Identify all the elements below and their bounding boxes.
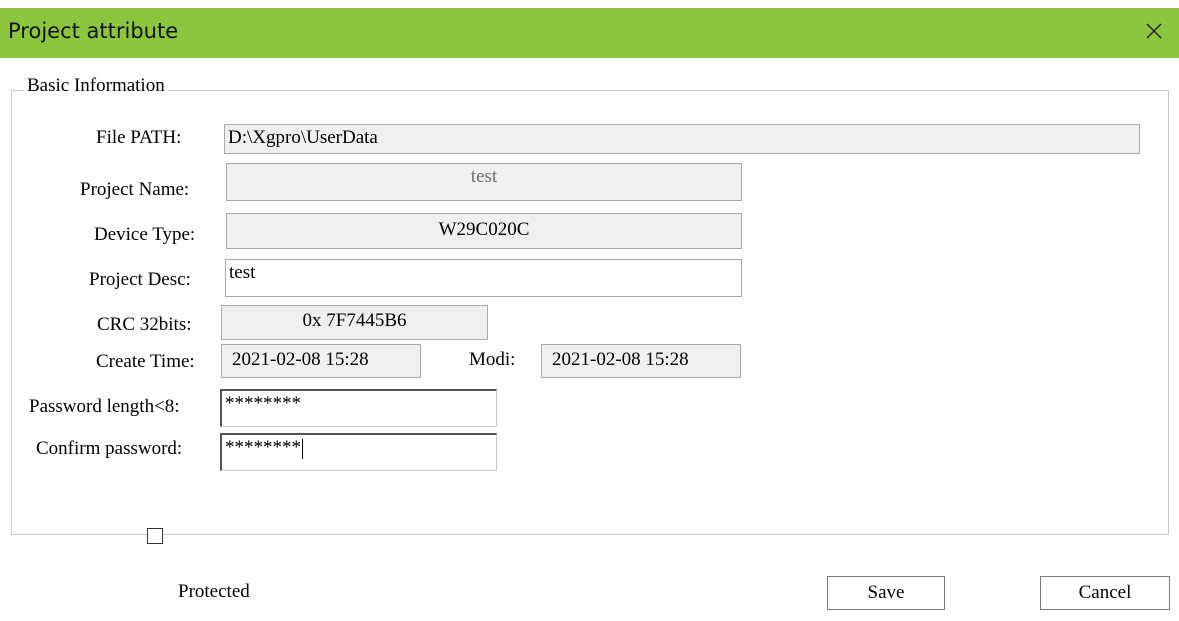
password-input[interactable]: ******** <box>220 389 497 427</box>
modi-time-field: 2021-02-08 15:28 <box>541 344 741 378</box>
project-desc-input[interactable]: test <box>225 259 742 297</box>
project-name-field: test <box>226 163 742 201</box>
create-time-label: Create Time: <box>96 351 195 372</box>
confirm-password-value: ******** <box>225 437 301 458</box>
file-path-label: File PATH: <box>96 127 182 148</box>
cancel-button[interactable]: Cancel <box>1040 576 1170 610</box>
dialog-body: Basic Information File PATH: D:\Xgpro\Us… <box>0 58 1179 621</box>
group-title: Basic Information <box>24 75 168 97</box>
confirm-password-input[interactable]: ******** <box>220 433 497 471</box>
password-value: ******** <box>225 393 301 414</box>
device-type-label: Device Type: <box>94 224 196 245</box>
device-type-field: W29C020C <box>226 213 742 249</box>
project-name-label: Project Name: <box>80 179 190 200</box>
password-label: Password length<8: <box>29 396 180 417</box>
protected-checkbox[interactable] <box>147 528 163 544</box>
crc-field: 0x 7F7445B6 <box>221 305 488 340</box>
project-desc-label: Project Desc: <box>89 269 191 290</box>
save-button[interactable]: Save <box>827 576 945 610</box>
text-caret <box>302 438 303 459</box>
file-path-field: D:\Xgpro\UserData <box>224 124 1140 154</box>
basic-information-group <box>11 90 1169 535</box>
close-icon[interactable] <box>1139 16 1169 46</box>
window-title: Project attribute <box>8 19 179 43</box>
protected-label[interactable]: Protected <box>178 581 250 603</box>
create-time-field: 2021-02-08 15:28 <box>221 344 421 378</box>
confirm-password-label: Confirm password: <box>36 438 183 459</box>
modi-label: Modi: <box>469 349 516 370</box>
crc-label: CRC 32bits: <box>97 314 192 335</box>
title-bar: Project attribute <box>0 8 1179 58</box>
